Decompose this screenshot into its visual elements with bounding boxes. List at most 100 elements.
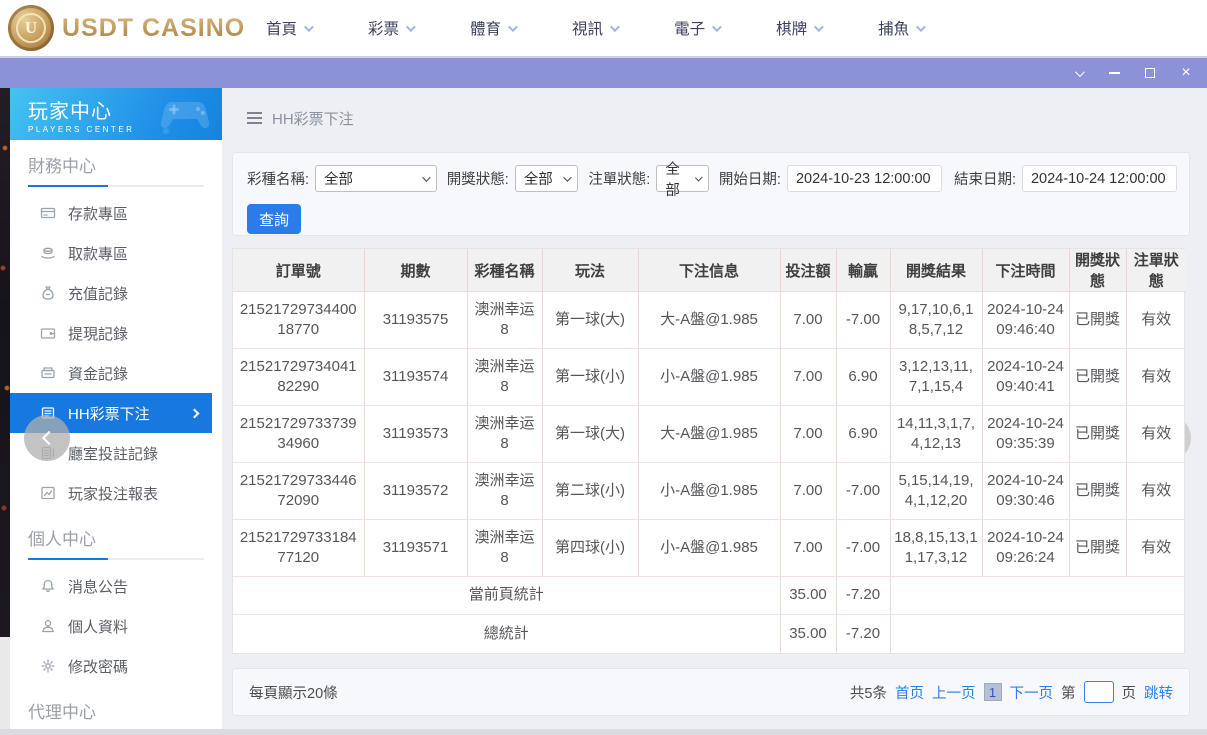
- nav-item-slots[interactable]: 電子: [674, 17, 722, 39]
- chevron-down-icon: [421, 172, 431, 182]
- nav-item-lottery[interactable]: 彩票: [368, 17, 416, 39]
- maximize-icon[interactable]: [1143, 66, 1157, 80]
- summary-bet-total: 35.00: [780, 576, 837, 615]
- menu-toggle-icon[interactable]: [247, 112, 262, 124]
- sidebar-item-recharge-record[interactable]: 充值記錄: [10, 273, 212, 313]
- chevron-down-icon: [695, 173, 703, 181]
- nav-item-live-video[interactable]: 視訊: [572, 17, 620, 39]
- table-cell: -7.00: [836, 291, 891, 349]
- table-cell: 7.00: [780, 405, 837, 463]
- table-cell: 第一球(小): [542, 348, 639, 406]
- minimize-icon[interactable]: [1107, 66, 1121, 80]
- chevron-down-icon: [814, 21, 824, 32]
- nav-label: 電子: [674, 21, 706, 38]
- sidebar-item-announcements[interactable]: 消息公告: [10, 566, 212, 606]
- lottery-name-value: 全部: [324, 172, 354, 188]
- table-cell: 第一球(大): [542, 405, 639, 463]
- table-cell: 31193571: [364, 519, 468, 577]
- nav-label: 體育: [470, 21, 502, 38]
- site-logo[interactable]: U USDT CASINO: [8, 5, 248, 51]
- desktop-background-strip: [0, 88, 10, 637]
- draw-status-label: 開獎狀態:: [446, 172, 509, 188]
- sidebar-item-change-password[interactable]: 修改密碼: [10, 646, 212, 686]
- table-row: 2152172973440018770 31193575 澳洲幸运8 第一球(大) 大-…: [233, 291, 1186, 349]
- next-page-link[interactable]: 下一页: [1010, 682, 1054, 703]
- table-cell: 有效: [1126, 291, 1186, 349]
- table-cell: 澳洲幸运8: [467, 291, 543, 349]
- search-button[interactable]: 查詢: [247, 204, 301, 234]
- withdraw-zone-icon: [40, 245, 56, 261]
- prev-page-link[interactable]: 上一页: [932, 682, 976, 703]
- page-jump-input[interactable]: [1083, 681, 1114, 703]
- summary-row: 當前頁統計 35.00 -7.20: [233, 576, 1186, 615]
- sidebar-item-player-bet-report[interactable]: 玩家投注報表: [10, 473, 212, 513]
- summary-winloss-total: -7.20: [836, 614, 891, 653]
- sidebar-item-label: 廳室投註記錄: [68, 445, 159, 463]
- sidebar-item-withdraw-zone[interactable]: 取款專區: [10, 233, 212, 273]
- table-cell: 大-A盤@1.985: [638, 291, 781, 349]
- jump-link[interactable]: 跳转: [1144, 682, 1173, 703]
- chevron-right-icon: [189, 408, 200, 418]
- nav-item-home[interactable]: 首頁: [266, 17, 314, 39]
- section-header: 個人中心: [28, 530, 96, 549]
- breadcrumb: HH彩票下注: [222, 88, 1207, 133]
- window-bottom-edge: [0, 729, 1207, 735]
- table-cell: 9,17,10,6,18,5,7,12: [890, 291, 983, 349]
- chevron-down-icon: [405, 21, 416, 32]
- nav-label: 棋牌: [776, 21, 808, 38]
- chevron-down-icon: [303, 21, 314, 32]
- start-date-input[interactable]: [786, 165, 942, 192]
- close-icon[interactable]: ×: [1179, 65, 1193, 81]
- column-header: 下注信息: [638, 249, 781, 292]
- chevron-down-icon: [610, 21, 620, 32]
- nav-item-fishing[interactable]: 捕魚: [878, 17, 926, 39]
- table-cell: 澳洲幸运8: [467, 405, 543, 463]
- draw-status-select[interactable]: 全部: [514, 165, 579, 192]
- sidebar-item-withdrawal-record[interactable]: 提現記錄: [10, 313, 212, 353]
- nav-item-sports[interactable]: 體育: [470, 17, 518, 39]
- summary-empty: [890, 615, 1186, 653]
- end-date-label: 結束日期:: [953, 172, 1016, 188]
- chevron-left-icon: [41, 430, 57, 446]
- sidebar-item-label: HH彩票下注: [68, 405, 150, 423]
- sidebar-item-funds-record[interactable]: 資金記錄: [10, 353, 212, 393]
- table-cell: 7.00: [780, 348, 837, 406]
- sidebar-item-label: 存款專區: [68, 205, 129, 223]
- sidebar-item-label: 提現記錄: [68, 325, 129, 343]
- pagination-controls: 共5条 首页 上一页 1 下一页 第 页 跳转: [850, 681, 1173, 703]
- table-cell: 已開獎: [1069, 405, 1127, 463]
- summary-row: 總統計 35.00 -7.20: [233, 614, 1186, 653]
- column-header: 注單狀態: [1126, 249, 1186, 292]
- table-header-row: 訂單號 期數 彩種名稱 玩法 下注信息 投注額 輸贏 開獎結果 下注時間 開獎狀態 注單狀態: [233, 249, 1186, 292]
- first-page-link[interactable]: 首页: [895, 682, 924, 703]
- summary-empty: [890, 576, 1186, 615]
- sidebar-collapse-left-button[interactable]: [24, 415, 70, 461]
- table-cell: 第一球(大): [542, 291, 639, 349]
- column-header: 投注額: [780, 249, 837, 292]
- nav-label: 捕魚: [878, 21, 910, 38]
- table-cell: 31193573: [364, 405, 468, 463]
- current-page[interactable]: 1: [983, 683, 1002, 701]
- nav-item-board-games[interactable]: 棋牌: [776, 17, 824, 39]
- jump-prefix-label: 第: [1061, 685, 1076, 702]
- order-status-value: 全部: [665, 161, 680, 199]
- sidebar-item-label: 修改密碼: [68, 658, 129, 676]
- column-header: 下注時間: [982, 249, 1070, 292]
- bets-table-panel: 訂單號 期數 彩種名稱 玩法 下注信息 投注額 輸贏 開獎結果 下注時間 開獎狀態 注單狀態 215…: [232, 248, 1186, 654]
- table-cell: 有效: [1126, 462, 1186, 520]
- table-row: 2152172973318477120 31193571 澳洲幸运8 第四球(小) 小-…: [233, 519, 1186, 577]
- order-status-select[interactable]: 全部: [656, 162, 709, 199]
- section-divider: [28, 185, 204, 187]
- sidebar-item-deposit-zone[interactable]: 存款專區: [10, 193, 212, 233]
- site-topbar: U USDT CASINO 首頁 彩票 體育 視訊 電子 棋牌 捕魚: [0, 0, 1207, 58]
- window-menu-chevron-icon[interactable]: [1071, 66, 1085, 80]
- filter-panel: 彩種名稱: 全部 開獎狀態: 全部 注單狀態: 全部 開始日期: 結束日期: 查…: [232, 152, 1190, 236]
- page-title: HH彩票下注: [272, 110, 354, 128]
- draw-status-value: 全部: [523, 172, 553, 188]
- end-date-input[interactable]: [1021, 165, 1177, 192]
- table-cell: 7.00: [780, 462, 837, 520]
- column-header: 開獎結果: [890, 249, 983, 292]
- table-cell: 已開獎: [1069, 462, 1127, 520]
- lottery-name-select[interactable]: 全部: [315, 165, 437, 192]
- sidebar-item-profile[interactable]: 個人資料: [10, 606, 212, 646]
